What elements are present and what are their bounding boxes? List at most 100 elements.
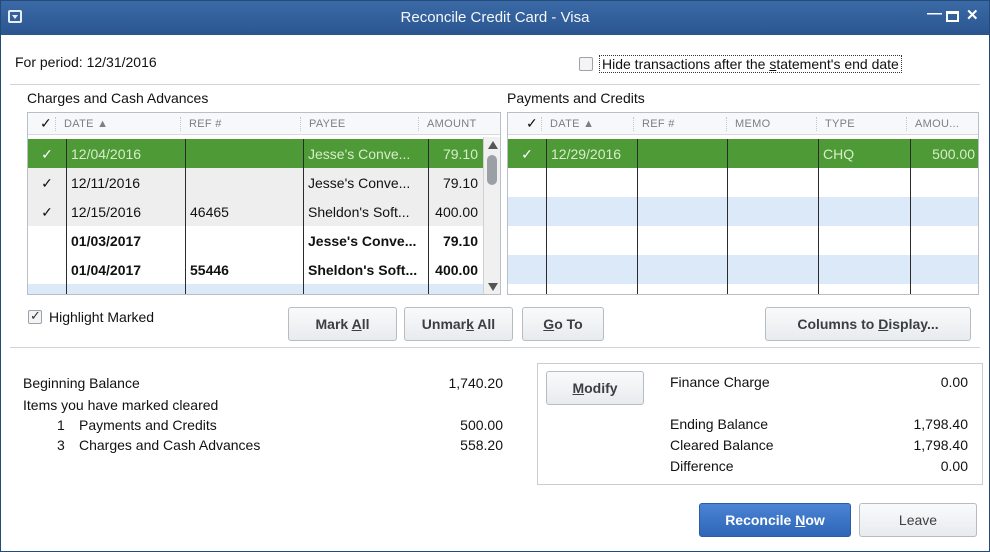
row-amount: 79.10 bbox=[428, 226, 483, 255]
charges-col-payee[interactable]: PAYEE bbox=[300, 117, 346, 131]
hide-transactions-toggle[interactable]: Hide transactions after the statement's … bbox=[579, 55, 902, 73]
charges-col-ref[interactable]: REF # bbox=[180, 117, 222, 131]
row-amount: 79.10 bbox=[428, 139, 483, 168]
charges-scrollbar[interactable] bbox=[483, 137, 500, 294]
row-date: 12/11/2016 bbox=[66, 168, 185, 197]
payments-label: Payments and Credits bbox=[79, 417, 217, 433]
charges-grid: ✓ DATE ▲ REF # PAYEE AMOUNT ✓ 12/04/2016… bbox=[27, 112, 501, 295]
hide-transactions-checkbox[interactable] bbox=[579, 57, 593, 71]
scroll-up-icon[interactable] bbox=[488, 141, 498, 149]
ending-balance-label: Ending Balance bbox=[670, 416, 769, 432]
row-ref: 55446 bbox=[185, 255, 303, 284]
row-amount: 400.00 bbox=[428, 197, 483, 226]
row-memo bbox=[727, 139, 818, 168]
payments-row-empty[interactable] bbox=[508, 168, 978, 197]
charges-row[interactable]: ✓ 12/04/2016 Jesse's Conve... 79.10 bbox=[28, 139, 500, 168]
minimize-icon[interactable]: — bbox=[927, 5, 942, 22]
maximize-icon[interactable] bbox=[946, 11, 959, 22]
charges-row[interactable]: ✓ 12/11/2016 Jesse's Conve... 79.10 bbox=[28, 168, 500, 197]
leave-button[interactable]: Leave bbox=[859, 503, 977, 537]
unmark-all-button[interactable]: Unmark All bbox=[404, 307, 513, 341]
title-bar: Reconcile Credit Card - Visa — ✕ bbox=[1, 1, 989, 35]
charges-row-partial bbox=[28, 284, 500, 294]
go-to-button[interactable]: Go To bbox=[522, 307, 604, 341]
row-payee: Jesse's Conve... bbox=[303, 139, 428, 168]
payments-col-date[interactable]: DATE ▲ bbox=[541, 117, 594, 131]
charges-row[interactable]: 01/03/2017 Jesse's Conve... 79.10 bbox=[28, 226, 500, 255]
charges-col-check[interactable]: ✓ bbox=[32, 116, 52, 130]
items-marked-label: Items you have marked cleared bbox=[23, 397, 219, 413]
payments-row[interactable]: ✓ 12/29/2016 CHQ 500.00 bbox=[508, 139, 978, 168]
row-date: 12/15/2016 bbox=[66, 197, 185, 226]
payments-row-partial bbox=[508, 284, 978, 294]
charges-row[interactable]: 01/04/2017 55446 Sheldon's Soft... 400.0… bbox=[28, 255, 500, 284]
row-amount: 500.00 bbox=[910, 139, 978, 168]
finance-charge-value: 0.00 bbox=[940, 374, 968, 390]
charges-label: Charges and Cash Advances bbox=[79, 437, 261, 453]
row-check[interactable]: ✓ bbox=[508, 139, 546, 168]
row-payee: Sheldon's Soft... bbox=[303, 197, 428, 226]
finance-charge-label: Finance Charge bbox=[670, 374, 770, 390]
payments-row-empty[interactable] bbox=[508, 255, 978, 284]
highlight-marked-checkbox[interactable] bbox=[28, 308, 42, 324]
payments-title: Payments and Credits bbox=[507, 90, 645, 106]
cleared-balance-value: 1,798.40 bbox=[913, 437, 969, 453]
row-ref bbox=[185, 226, 303, 255]
window-title: Reconcile Credit Card - Visa bbox=[400, 9, 590, 26]
columns-to-display-button[interactable]: Columns to Display... bbox=[765, 307, 971, 341]
charges-col-date[interactable]: DATE ▲ bbox=[55, 117, 108, 131]
cleared-balance-label: Cleared Balance bbox=[670, 437, 774, 453]
scroll-thumb[interactable] bbox=[487, 155, 497, 185]
scroll-down-icon[interactable] bbox=[488, 283, 498, 291]
period-label: For period: 12/31/2016 bbox=[15, 54, 157, 70]
row-check[interactable]: ✓ bbox=[28, 139, 66, 168]
beginning-balance-label: Beginning Balance bbox=[23, 375, 140, 391]
row-ref bbox=[185, 168, 303, 197]
highlight-marked-toggle[interactable]: Highlight Marked bbox=[28, 308, 154, 325]
reconcile-now-button[interactable]: Reconcile Now bbox=[699, 503, 851, 537]
row-payee: Jesse's Conve... bbox=[303, 226, 428, 255]
charges-col-amount[interactable]: AMOUNT bbox=[418, 117, 476, 131]
row-amount: 79.10 bbox=[428, 168, 483, 197]
row-date: 01/04/2017 bbox=[66, 255, 185, 284]
payments-grid: ✓ DATE ▲ REF # MEMO TYPE AMOU... ✓ 12/29… bbox=[507, 112, 979, 295]
row-ref bbox=[185, 139, 303, 168]
row-ref: 46465 bbox=[185, 197, 303, 226]
payments-row-empty[interactable] bbox=[508, 197, 978, 226]
charges-header: ✓ DATE ▲ REF # PAYEE AMOUNT bbox=[28, 113, 500, 135]
beginning-balance-value: 1,740.20 bbox=[448, 375, 504, 391]
row-ref bbox=[637, 139, 727, 168]
row-payee: Sheldon's Soft... bbox=[303, 255, 428, 284]
payments-count: 1 bbox=[57, 417, 65, 433]
modify-button[interactable]: Modify bbox=[546, 371, 644, 405]
charges-count: 3 bbox=[57, 437, 65, 453]
payments-col-amount[interactable]: AMOU... bbox=[906, 117, 959, 131]
row-date: 12/29/2016 bbox=[546, 139, 637, 168]
row-check[interactable] bbox=[28, 226, 66, 255]
reconcile-window: Reconcile Credit Card - Visa — ✕ For per… bbox=[0, 0, 990, 552]
row-check[interactable]: ✓ bbox=[28, 168, 66, 197]
payments-header: ✓ DATE ▲ REF # MEMO TYPE AMOU... bbox=[508, 113, 978, 135]
charges-value: 558.20 bbox=[460, 437, 503, 453]
row-check[interactable]: ✓ bbox=[28, 197, 66, 226]
payments-col-type[interactable]: TYPE bbox=[816, 117, 855, 131]
difference-value: 0.00 bbox=[940, 458, 968, 474]
row-date: 12/04/2016 bbox=[66, 139, 185, 168]
row-date: 01/03/2017 bbox=[66, 226, 185, 255]
mark-all-button[interactable]: Mark All bbox=[288, 307, 397, 341]
highlight-marked-label[interactable]: Highlight Marked bbox=[49, 309, 154, 325]
ending-balance-value: 1,798.40 bbox=[913, 416, 969, 432]
payments-col-ref[interactable]: REF # bbox=[633, 117, 675, 131]
row-check[interactable] bbox=[28, 255, 66, 284]
payments-col-memo[interactable]: MEMO bbox=[726, 117, 770, 131]
payments-col-check[interactable]: ✓ bbox=[518, 116, 538, 130]
hide-transactions-label[interactable]: Hide transactions after the statement's … bbox=[599, 55, 902, 73]
row-amount: 400.00 bbox=[428, 255, 483, 284]
row-type: CHQ bbox=[818, 139, 910, 168]
difference-label: Difference bbox=[670, 458, 734, 474]
payments-value: 500.00 bbox=[460, 417, 503, 433]
row-payee: Jesse's Conve... bbox=[303, 168, 428, 197]
close-icon[interactable]: ✕ bbox=[966, 6, 979, 24]
payments-row-empty[interactable] bbox=[508, 226, 978, 255]
charges-row[interactable]: ✓ 12/15/2016 46465 Sheldon's Soft... 400… bbox=[28, 197, 500, 226]
